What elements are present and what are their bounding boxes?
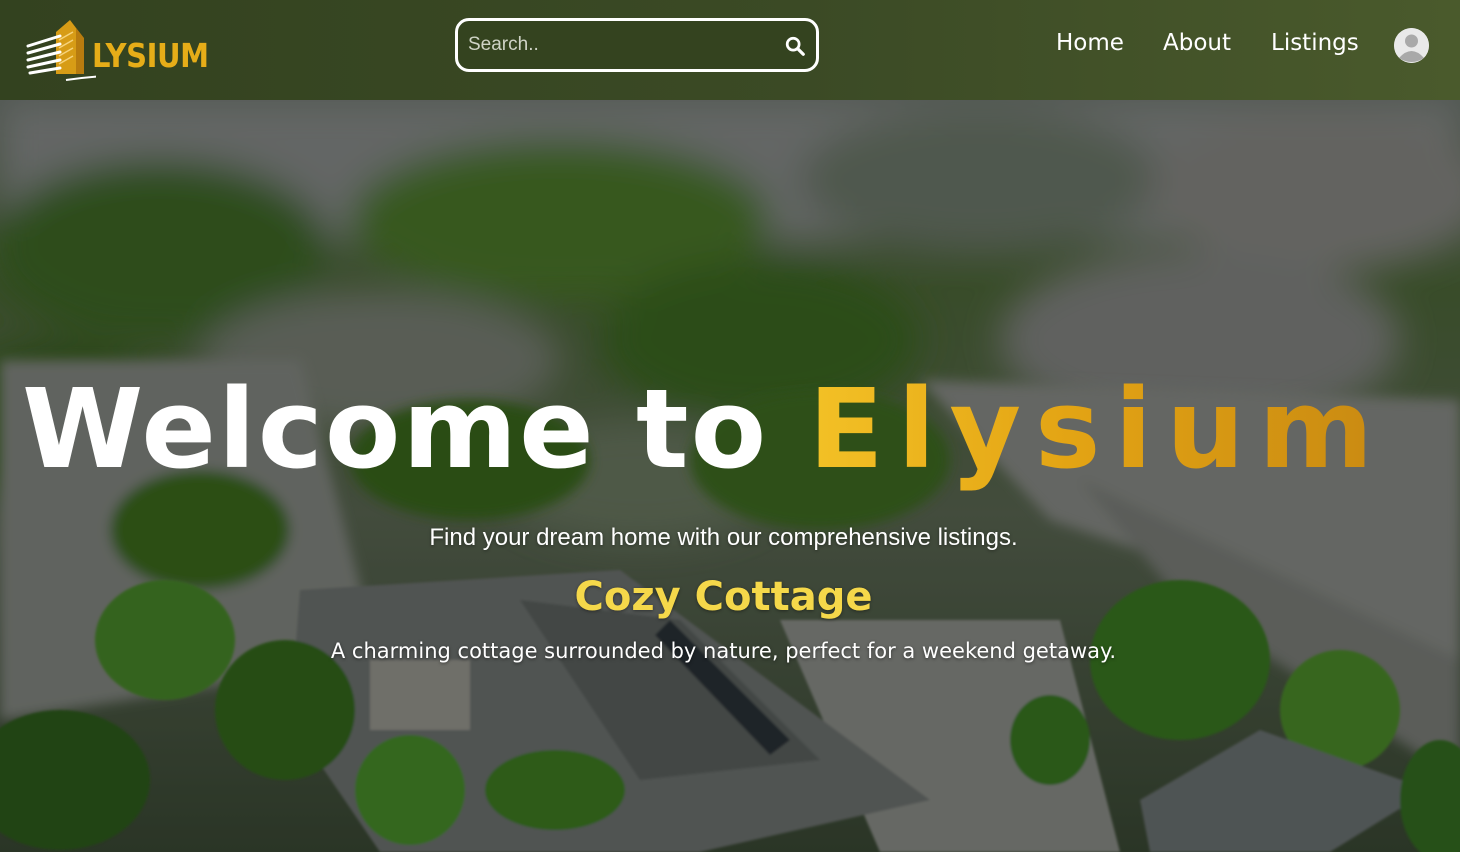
hero-subtitle: Find your dream home with our comprehens… <box>429 524 1018 551</box>
hero-section: Welcome to Elysium Find your dream home … <box>0 100 1460 852</box>
featured-listing-title[interactable]: Cozy Cottage <box>0 574 1447 620</box>
user-avatar[interactable] <box>1394 28 1429 63</box>
nav-about-link[interactable]: About <box>1163 30 1231 56</box>
nav-home-link[interactable]: Home <box>1056 30 1124 56</box>
nav-listings-link[interactable]: Listings <box>1271 30 1359 56</box>
hero-title-prefix: Welcome to <box>22 365 769 493</box>
featured-listing-description: A charming cottage surrounded by nature,… <box>330 639 1117 663</box>
search-icon[interactable] <box>784 35 806 57</box>
brand-name: LYSIUM <box>92 36 209 75</box>
hero-title-brand: Elysium <box>808 365 1388 493</box>
brand-logo[interactable]: LYSIUM <box>26 18 216 84</box>
navbar: LYSIUM Home About Listings <box>0 0 1460 100</box>
user-avatar-icon <box>1394 28 1429 63</box>
hero-title: Welcome to Elysium <box>22 374 1442 484</box>
building-logo-icon <box>26 20 96 81</box>
search-bar <box>455 18 819 72</box>
search-input[interactable] <box>468 29 768 61</box>
